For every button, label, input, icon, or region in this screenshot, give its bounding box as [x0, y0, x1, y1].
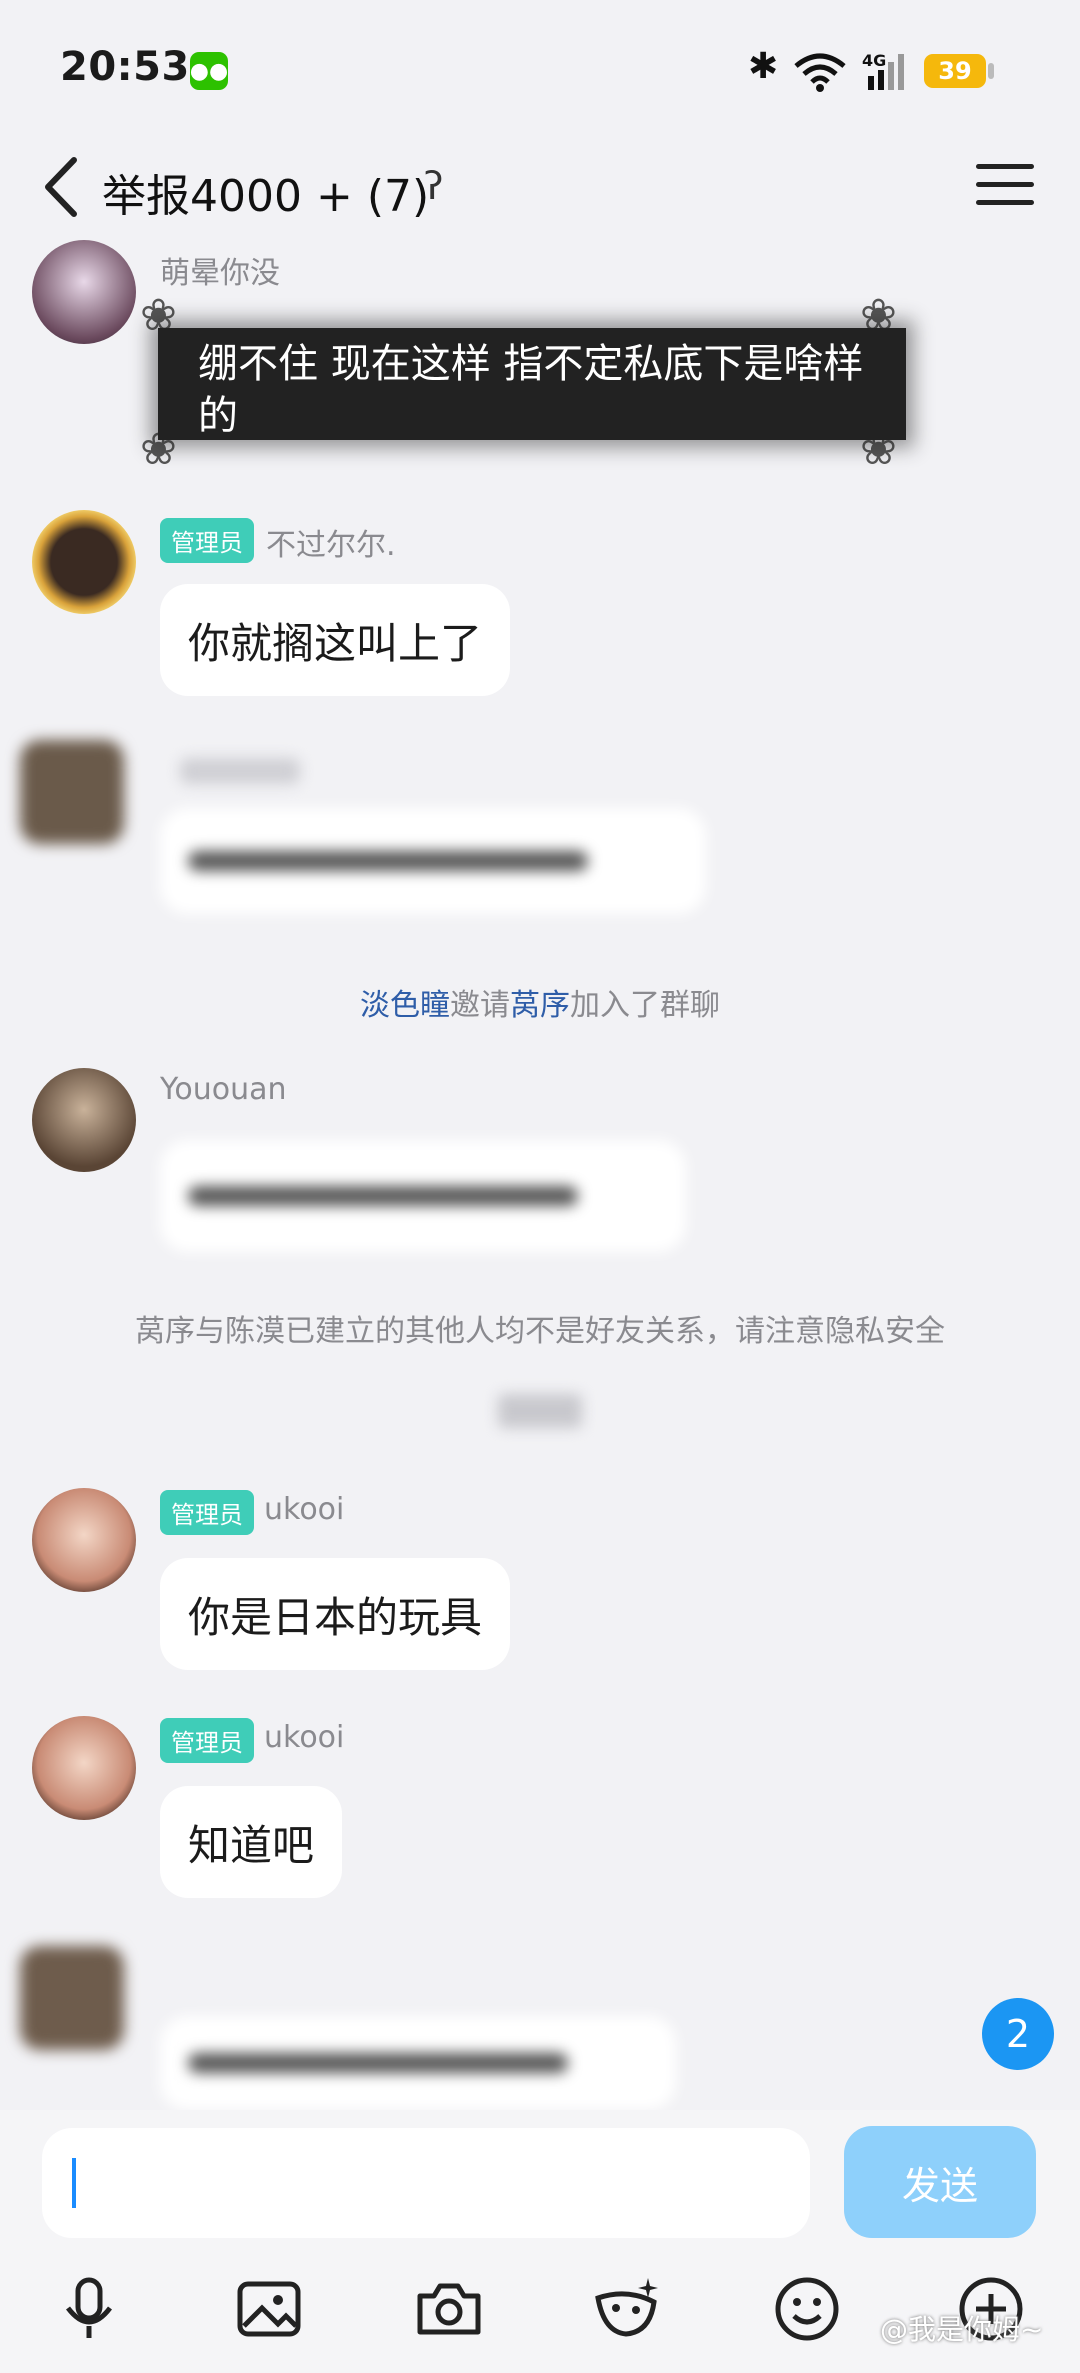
wechat-notification-icon: ●●: [190, 52, 228, 90]
avatar[interactable]: [32, 240, 136, 344]
microphone-icon[interactable]: [54, 2274, 124, 2344]
invite-action: 邀请: [450, 988, 510, 1023]
message-bubble[interactable]: [160, 1140, 686, 1252]
avatar[interactable]: [32, 1068, 136, 1172]
message-bubble[interactable]: [160, 2016, 676, 2110]
system-notice-invite: 淡色瞳邀请莴序加入了群聊: [0, 980, 1080, 1024]
message-bubble[interactable]: 知道吧: [160, 1786, 343, 1898]
inviter-link[interactable]: 淡色瞳: [360, 988, 450, 1023]
ear-icon[interactable]: ʔ: [424, 164, 443, 208]
avatar[interactable]: [32, 1488, 136, 1592]
blurred-text: [188, 851, 588, 871]
text-caret: [72, 2158, 76, 2208]
message-bubble[interactable]: [160, 808, 706, 914]
mask-sticker-icon[interactable]: [592, 2274, 662, 2344]
blurred-sticker: [498, 1394, 582, 1428]
battery-tip: [988, 63, 994, 79]
network-type: 4G: [862, 51, 886, 70]
watermark: @我是你姆~: [880, 2313, 1044, 2346]
avatar[interactable]: [20, 740, 124, 844]
bluetooth-icon: ✱: [748, 46, 779, 87]
menu-button[interactable]: [976, 164, 1034, 206]
sender-name: Yououan: [160, 1072, 287, 1107]
system-notice-privacy: 莴序与陈漠已建立的其他人均不是好友关系，请注意隐私安全: [135, 1314, 945, 1349]
cellular-signal-icon: 4G: [862, 51, 904, 90]
invitee-link[interactable]: 莴序: [510, 988, 570, 1023]
chat-title: 举报4000 + (7): [102, 171, 430, 222]
blurred-text: [188, 2053, 568, 2073]
back-button[interactable]: [34, 152, 94, 222]
sender-name: ukooi: [264, 1492, 345, 1527]
wifi-icon: [794, 53, 846, 92]
battery-indicator: 39: [924, 54, 986, 88]
avatar[interactable]: [32, 510, 136, 614]
unread-count-badge[interactable]: 2: [982, 1998, 1054, 2070]
message-bubble[interactable]: 你就搁这叫上了: [160, 584, 511, 696]
status-time: 20:53: [60, 44, 190, 90]
message-bubble[interactable]: 绷不住 现在这样 指不定私底下是啥样的: [158, 328, 906, 440]
emoji-icon[interactable]: [772, 2274, 842, 2344]
admin-badge: 管理员: [160, 1490, 254, 1535]
camera-icon[interactable]: [414, 2274, 484, 2344]
sender-name: 萌晕你没: [160, 256, 280, 291]
message-bubble[interactable]: 你是日本的玩具: [160, 1558, 511, 1670]
avatar[interactable]: [32, 1716, 136, 1820]
image-icon[interactable]: [234, 2274, 304, 2344]
sender-name: [180, 758, 300, 784]
sender-name: 不过尔尔.: [266, 528, 396, 563]
admin-badge: 管理员: [160, 518, 254, 563]
message-input[interactable]: [42, 2128, 810, 2238]
avatar[interactable]: [20, 1946, 124, 2050]
admin-badge: 管理员: [160, 1718, 254, 1763]
invite-suffix: 加入了群聊: [570, 988, 720, 1023]
send-button[interactable]: 发送: [844, 2126, 1036, 2238]
blurred-text: [188, 1186, 578, 1206]
sender-name: ukooi: [264, 1720, 345, 1755]
